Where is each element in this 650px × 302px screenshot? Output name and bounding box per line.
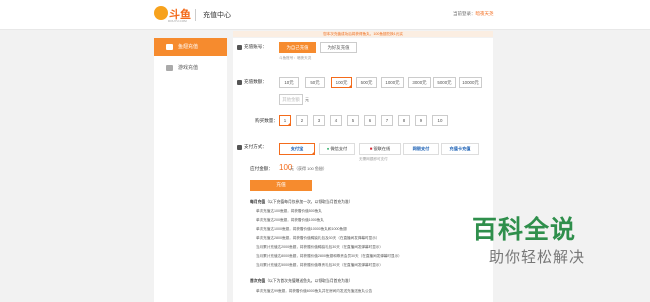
wechat-label: 微信支付 [330, 146, 348, 151]
first-recharge-note: （以下为首次充值赠送鱼丸，以领取当月首充为准） [265, 279, 353, 283]
alipay-label: 支付宝 [290, 146, 304, 151]
quantity-label: 购买数量： [255, 118, 278, 123]
other-amount-unit: 元 [305, 97, 309, 102]
payment-helper: 无需网银即可支付 [359, 157, 388, 161]
card-icon [237, 145, 242, 150]
rule-line: 当月累计充值达2000鱼翅，将获赠价值稀缺礼包30天（在直播间发弹幕时显示） [256, 245, 383, 249]
amount-option[interactable]: 10000元 [459, 77, 482, 88]
quantity-option[interactable]: 5 [347, 115, 359, 126]
card-recharge-option[interactable]: 充值卡充值 [441, 143, 479, 155]
quantity-option[interactable]: 9 [415, 115, 427, 126]
unionpay-label: 银联在线 [373, 146, 391, 151]
fish-icon [154, 6, 168, 20]
user-icon [237, 45, 242, 50]
watermark-subtitle: 助你轻松解决 [489, 248, 586, 266]
rule-line: 单次充值达200鱼翅，将获赠价值1000鱼丸 [256, 218, 324, 222]
sidebar-item-label: 鱼翅充值 [178, 44, 199, 50]
rule-line: 当月累计充值达8000鱼翅，将获赠价值2800鱼翅和尊贵会员30天（在直播间发弹… [256, 254, 402, 258]
total-label: 应付金额： [250, 166, 273, 171]
quantity-option-selected[interactable]: 1 [279, 115, 291, 126]
total-unit: 元（获得 100 鱼翅） [290, 166, 327, 171]
rule-line: 单次充值达2800鱼翅，将获赠价值稀缺礼包及30天（在直播间发弹幕时显示） [256, 236, 380, 240]
account-label: 充值账号： [244, 44, 267, 49]
quantity-option[interactable]: 3 [313, 115, 325, 126]
sidebar-item-game[interactable]: 游戏充值 [154, 59, 227, 77]
rule-line: 当月累计充值达5000鱼翅，将获赠价值尊贵礼包30天（在直播间发弹幕时显示） [256, 263, 383, 267]
top-header: 斗鱼 DOUYU.COM 充值中心 当前登录：暗夜天尧 [0, 0, 650, 30]
current-user: 当前登录：暗夜天尧 [453, 11, 494, 17]
quantity-option[interactable]: 6 [364, 115, 376, 126]
check-corner-icon [287, 122, 291, 126]
monthly-rules-note: （以下充值每月仅参加一次，以领取当月首充为准） [265, 200, 353, 204]
account-helper: 斗鱼账号：暗夜天尧 [279, 56, 312, 60]
page-title: 充值中心 [203, 12, 231, 19]
amount-option-selected[interactable]: 100元 [331, 77, 352, 88]
payment-label: 支付方式： [244, 144, 267, 149]
other-amount-input[interactable]: 其他金额 [279, 94, 303, 105]
amount-option[interactable]: 500元 [356, 77, 377, 88]
quantity-option[interactable]: 2 [296, 115, 308, 126]
sidebar-item-label: 游戏充值 [178, 65, 199, 71]
notice-banner: 您本次充值成功后将获得鱼丸，100鱼翅兑换1元实 [233, 31, 493, 37]
watermark: 百科全说 助你轻松解决 [472, 200, 622, 280]
sidebar-item-recharge[interactable]: 鱼翅充值 [154, 38, 227, 56]
first-recharge-title: 首次充值（以下为首次充值赠送鱼丸，以领取当月首充为准） [250, 279, 353, 283]
amount-label: 充值数额： [244, 79, 267, 84]
recharge-form: 充值账号： 为自己充值 为好友充值 斗鱼账号：暗夜天尧 充值数额： 10元 50… [233, 38, 493, 302]
user-name[interactable]: 暗夜天尧 [476, 11, 494, 16]
wechat-pay-option[interactable]: ● 微信支付 [319, 143, 355, 155]
amount-option[interactable]: 3000元 [408, 77, 431, 88]
amount-option[interactable]: 1000元 [381, 77, 404, 88]
unionpay-option[interactable]: ■ 银联在线 [359, 143, 401, 155]
wechat-icon: ● [326, 146, 330, 151]
coin-icon [237, 80, 242, 85]
check-corner-icon [311, 151, 315, 155]
rule-line: 单次充值达99鱼翅，将获赠价值6000鱼丸并在房间内发送充值送鱼丸公告 [256, 289, 373, 293]
quantity-option[interactable]: 8 [398, 115, 410, 126]
alipay-option[interactable]: 支付宝 [279, 143, 315, 155]
netbank-option[interactable]: 网银支付 [403, 143, 439, 155]
submit-recharge-button[interactable]: 充值 [250, 180, 312, 191]
amount-option[interactable]: 5000元 [433, 77, 456, 88]
quantity-option[interactable]: 7 [381, 115, 393, 126]
rule-line: 单次充值达1000鱼翅，将获赠价值10000鱼丸和1000鱼翅 [256, 227, 347, 231]
rule-line: 单次充值达100鱼翅，将获赠价值500鱼丸 [256, 209, 322, 213]
monthly-rules-title: 每月充值（以下充值每月仅参加一次，以领取当月首充为准） [250, 200, 353, 204]
amount-option[interactable]: 50元 [305, 77, 325, 88]
unionpay-icon: ■ [369, 146, 373, 151]
quantity-option[interactable]: 10 [432, 115, 448, 126]
friend-recharge-button[interactable]: 为好友充值 [320, 42, 357, 53]
self-recharge-button[interactable]: 为自己充值 [279, 42, 316, 53]
sidebar: 鱼翅充值 游戏充值 [154, 38, 227, 302]
user-label: 当前登录： [453, 11, 476, 16]
amount-option-label: 100元 [335, 80, 348, 85]
header-divider [195, 9, 196, 21]
logo-subtext: DOUYU.COM [168, 19, 187, 23]
quantity-option[interactable]: 4 [330, 115, 342, 126]
wallet-icon [166, 44, 173, 50]
douyu-logo[interactable]: 斗鱼 DOUYU.COM [154, 6, 194, 24]
watermark-title: 百科全说 [472, 215, 577, 244]
check-corner-icon [348, 84, 352, 88]
amount-option[interactable]: 10元 [279, 77, 299, 88]
quantity-option-label: 1 [283, 118, 287, 123]
gamepad-icon [166, 65, 173, 71]
